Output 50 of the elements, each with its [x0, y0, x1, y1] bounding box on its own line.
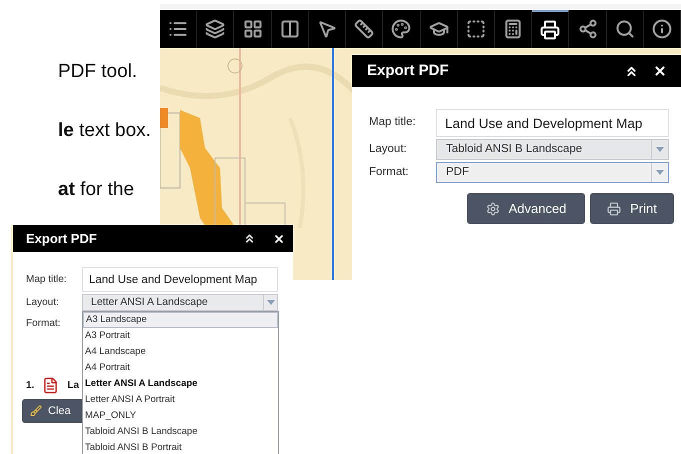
document-text: le text box. [58, 119, 151, 143]
graduation-cap-icon [428, 19, 449, 39]
layout-select[interactable]: Tabloid ANSI B Landscape [436, 139, 669, 160]
field-label: Layout: [369, 142, 408, 157]
dropdown-option[interactable]: Tabloid ANSI B Portrait [83, 440, 278, 454]
list-icon [168, 19, 188, 39]
field-label: Format: [26, 316, 62, 330]
field-label: Format: [369, 164, 410, 180]
info-icon [652, 19, 672, 39]
share-icon [578, 19, 598, 39]
search-icon [614, 19, 635, 39]
dropdown-option[interactable]: Letter ANSI A Landscape [83, 376, 278, 392]
printer-icon [540, 20, 560, 40]
layout-select[interactable]: Letter ANSI A Landscape [82, 294, 278, 311]
document-text: at for the [58, 178, 134, 202]
format-select[interactable]: PDF [436, 162, 669, 183]
panel-title: Export PDF [367, 60, 450, 81]
calculator-icon [503, 19, 524, 39]
split-panel-icon [280, 19, 300, 39]
pointer-icon [316, 19, 337, 39]
grid-icon [242, 19, 263, 39]
collapse-icon[interactable] [243, 232, 256, 245]
document-text: PDF tool. [58, 60, 138, 84]
advanced-button[interactable]: Advanced [467, 193, 585, 224]
field-label: Map title: [26, 273, 68, 287]
dashed-square-icon [466, 19, 486, 39]
layers-icon [205, 19, 226, 39]
map-title-field[interactable]: Land Use and Development Map [436, 109, 669, 137]
dropdown-option[interactable]: A3 Landscape [83, 312, 278, 328]
print-button[interactable]: Print [590, 193, 674, 224]
dropdown-option[interactable]: A4 Landscape [83, 344, 278, 360]
close-icon[interactable] [273, 232, 285, 244]
caret-icon [656, 170, 664, 175]
result-number: 1. [26, 379, 34, 393]
field-label: Layout: [26, 296, 60, 310]
field-label: Map title: [369, 115, 417, 130]
dropdown-option[interactable]: Tabloid ANSI B Landscape [83, 424, 278, 440]
panel-title: Export PDF [26, 230, 98, 248]
dropdown-option[interactable]: A4 Portrait [83, 360, 278, 376]
pdf-file-icon [42, 377, 60, 394]
close-icon[interactable] [653, 64, 667, 78]
caret-icon [266, 300, 274, 305]
caret-icon [656, 147, 664, 152]
palette-icon [391, 19, 412, 39]
gear-icon [486, 202, 500, 216]
printer-icon [607, 202, 622, 216]
map-title-field[interactable]: Land Use and Development Map [82, 267, 278, 292]
dropdown-option[interactable]: A3 Portrait [83, 328, 278, 344]
result-link[interactable]: La [67, 378, 80, 393]
ruler-icon [354, 19, 374, 39]
